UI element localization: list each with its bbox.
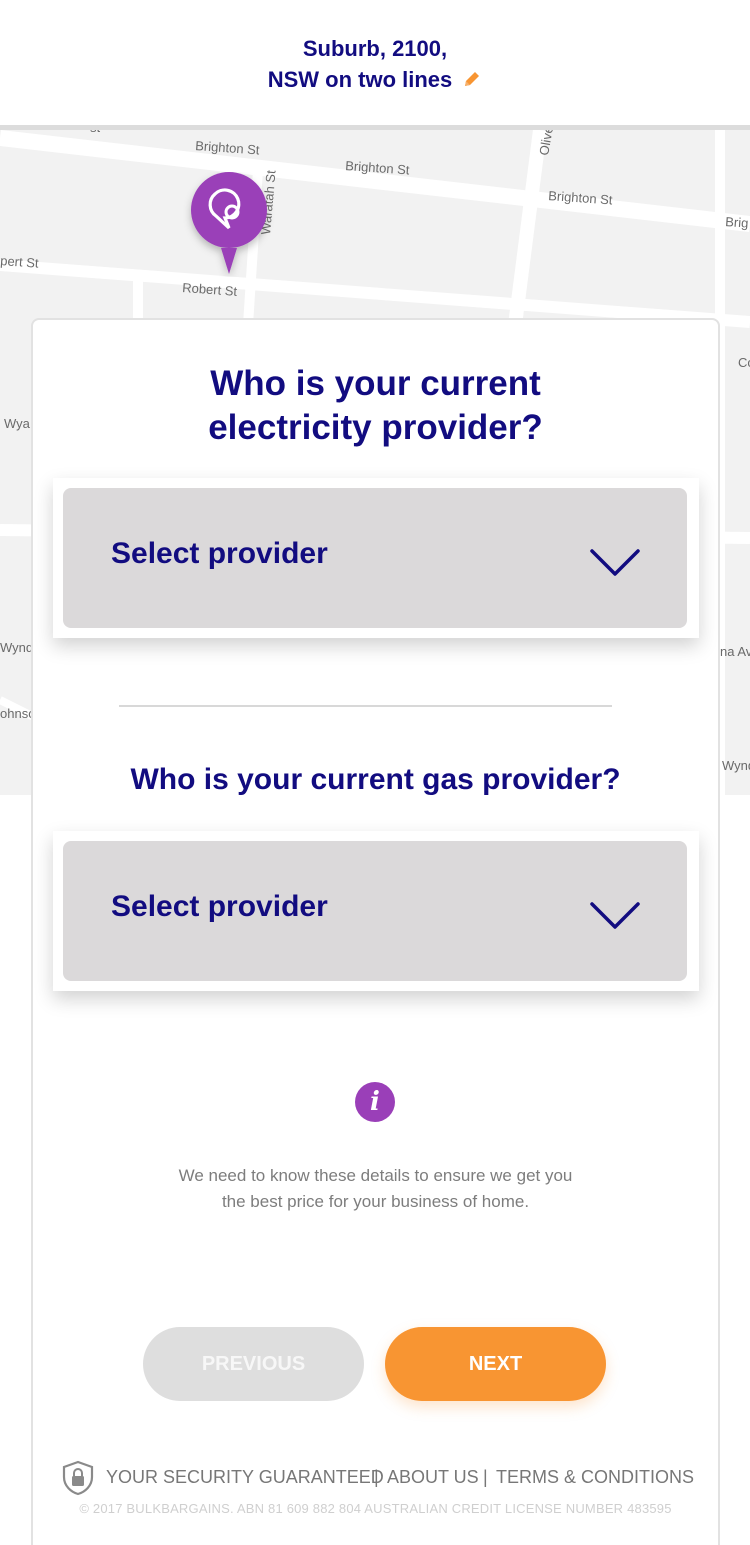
address-line-1: Suburb, 2100, <box>302 36 448 61</box>
gas-question: Who is your current gas provider? <box>130 763 621 796</box>
copyright-text: © 2017 BULKBARGAINS. ABN 81 609 882 804 … <box>79 1501 672 1516</box>
provider-card: Who is your current electricity provider… <box>31 318 720 1545</box>
shield-lock-icon <box>62 1460 94 1496</box>
terms-link[interactable]: TERMS & CONDITIONS <box>496 1467 694 1488</box>
street-label: na Av <box>720 644 750 659</box>
electricity-question-line-2: electricity provider? <box>208 408 543 447</box>
street-label: Wya <box>4 416 31 431</box>
electricity-select-wrapper: Select provider <box>53 478 699 638</box>
address-line-2: NSW on two lines <box>0 67 750 95</box>
info-text: We need to know these details to ensure … <box>33 1163 718 1215</box>
street-label: Wynd <box>722 758 750 773</box>
address-text: NSW on two lines <box>267 67 453 92</box>
pencil-icon[interactable] <box>462 69 482 95</box>
electricity-provider-select[interactable]: Select provider <box>63 488 687 628</box>
security-link[interactable]: YOUR SECURITY GUARANTEED <box>106 1467 384 1488</box>
previous-button[interactable]: PREVIOUS <box>143 1327 364 1401</box>
gas-provider-select[interactable]: Select provider <box>63 841 687 981</box>
about-us-link[interactable]: ABOUT US <box>387 1467 479 1488</box>
info-icon[interactable]: i <box>355 1082 395 1122</box>
location-pin-icon[interactable] <box>183 172 275 277</box>
info-text-line-2: the best price for your business of home… <box>221 1192 530 1211</box>
electricity-select-label: Select provider <box>111 537 328 570</box>
chevron-down-icon <box>590 902 640 929</box>
street-label: Co <box>738 355 750 370</box>
info-text-line-1: We need to know these details to ensure … <box>178 1166 573 1185</box>
header: Suburb, 2100, NSW on two lines <box>0 0 750 125</box>
chevron-down-icon <box>590 549 640 576</box>
electricity-question-line-1: Who is your current <box>210 364 541 403</box>
footer-separator: | <box>483 1467 488 1487</box>
section-divider <box>119 705 612 707</box>
street-label: st <box>90 130 101 135</box>
street-label: pert St <box>0 253 39 271</box>
street-label: Brig <box>725 214 749 231</box>
gas-select-label: Select provider <box>111 890 328 923</box>
footer-separator: | <box>374 1467 379 1487</box>
electricity-question: Who is your current electricity provider… <box>33 362 718 450</box>
gas-select-wrapper: Select provider <box>53 831 699 991</box>
next-button[interactable]: NEXT <box>385 1327 606 1401</box>
